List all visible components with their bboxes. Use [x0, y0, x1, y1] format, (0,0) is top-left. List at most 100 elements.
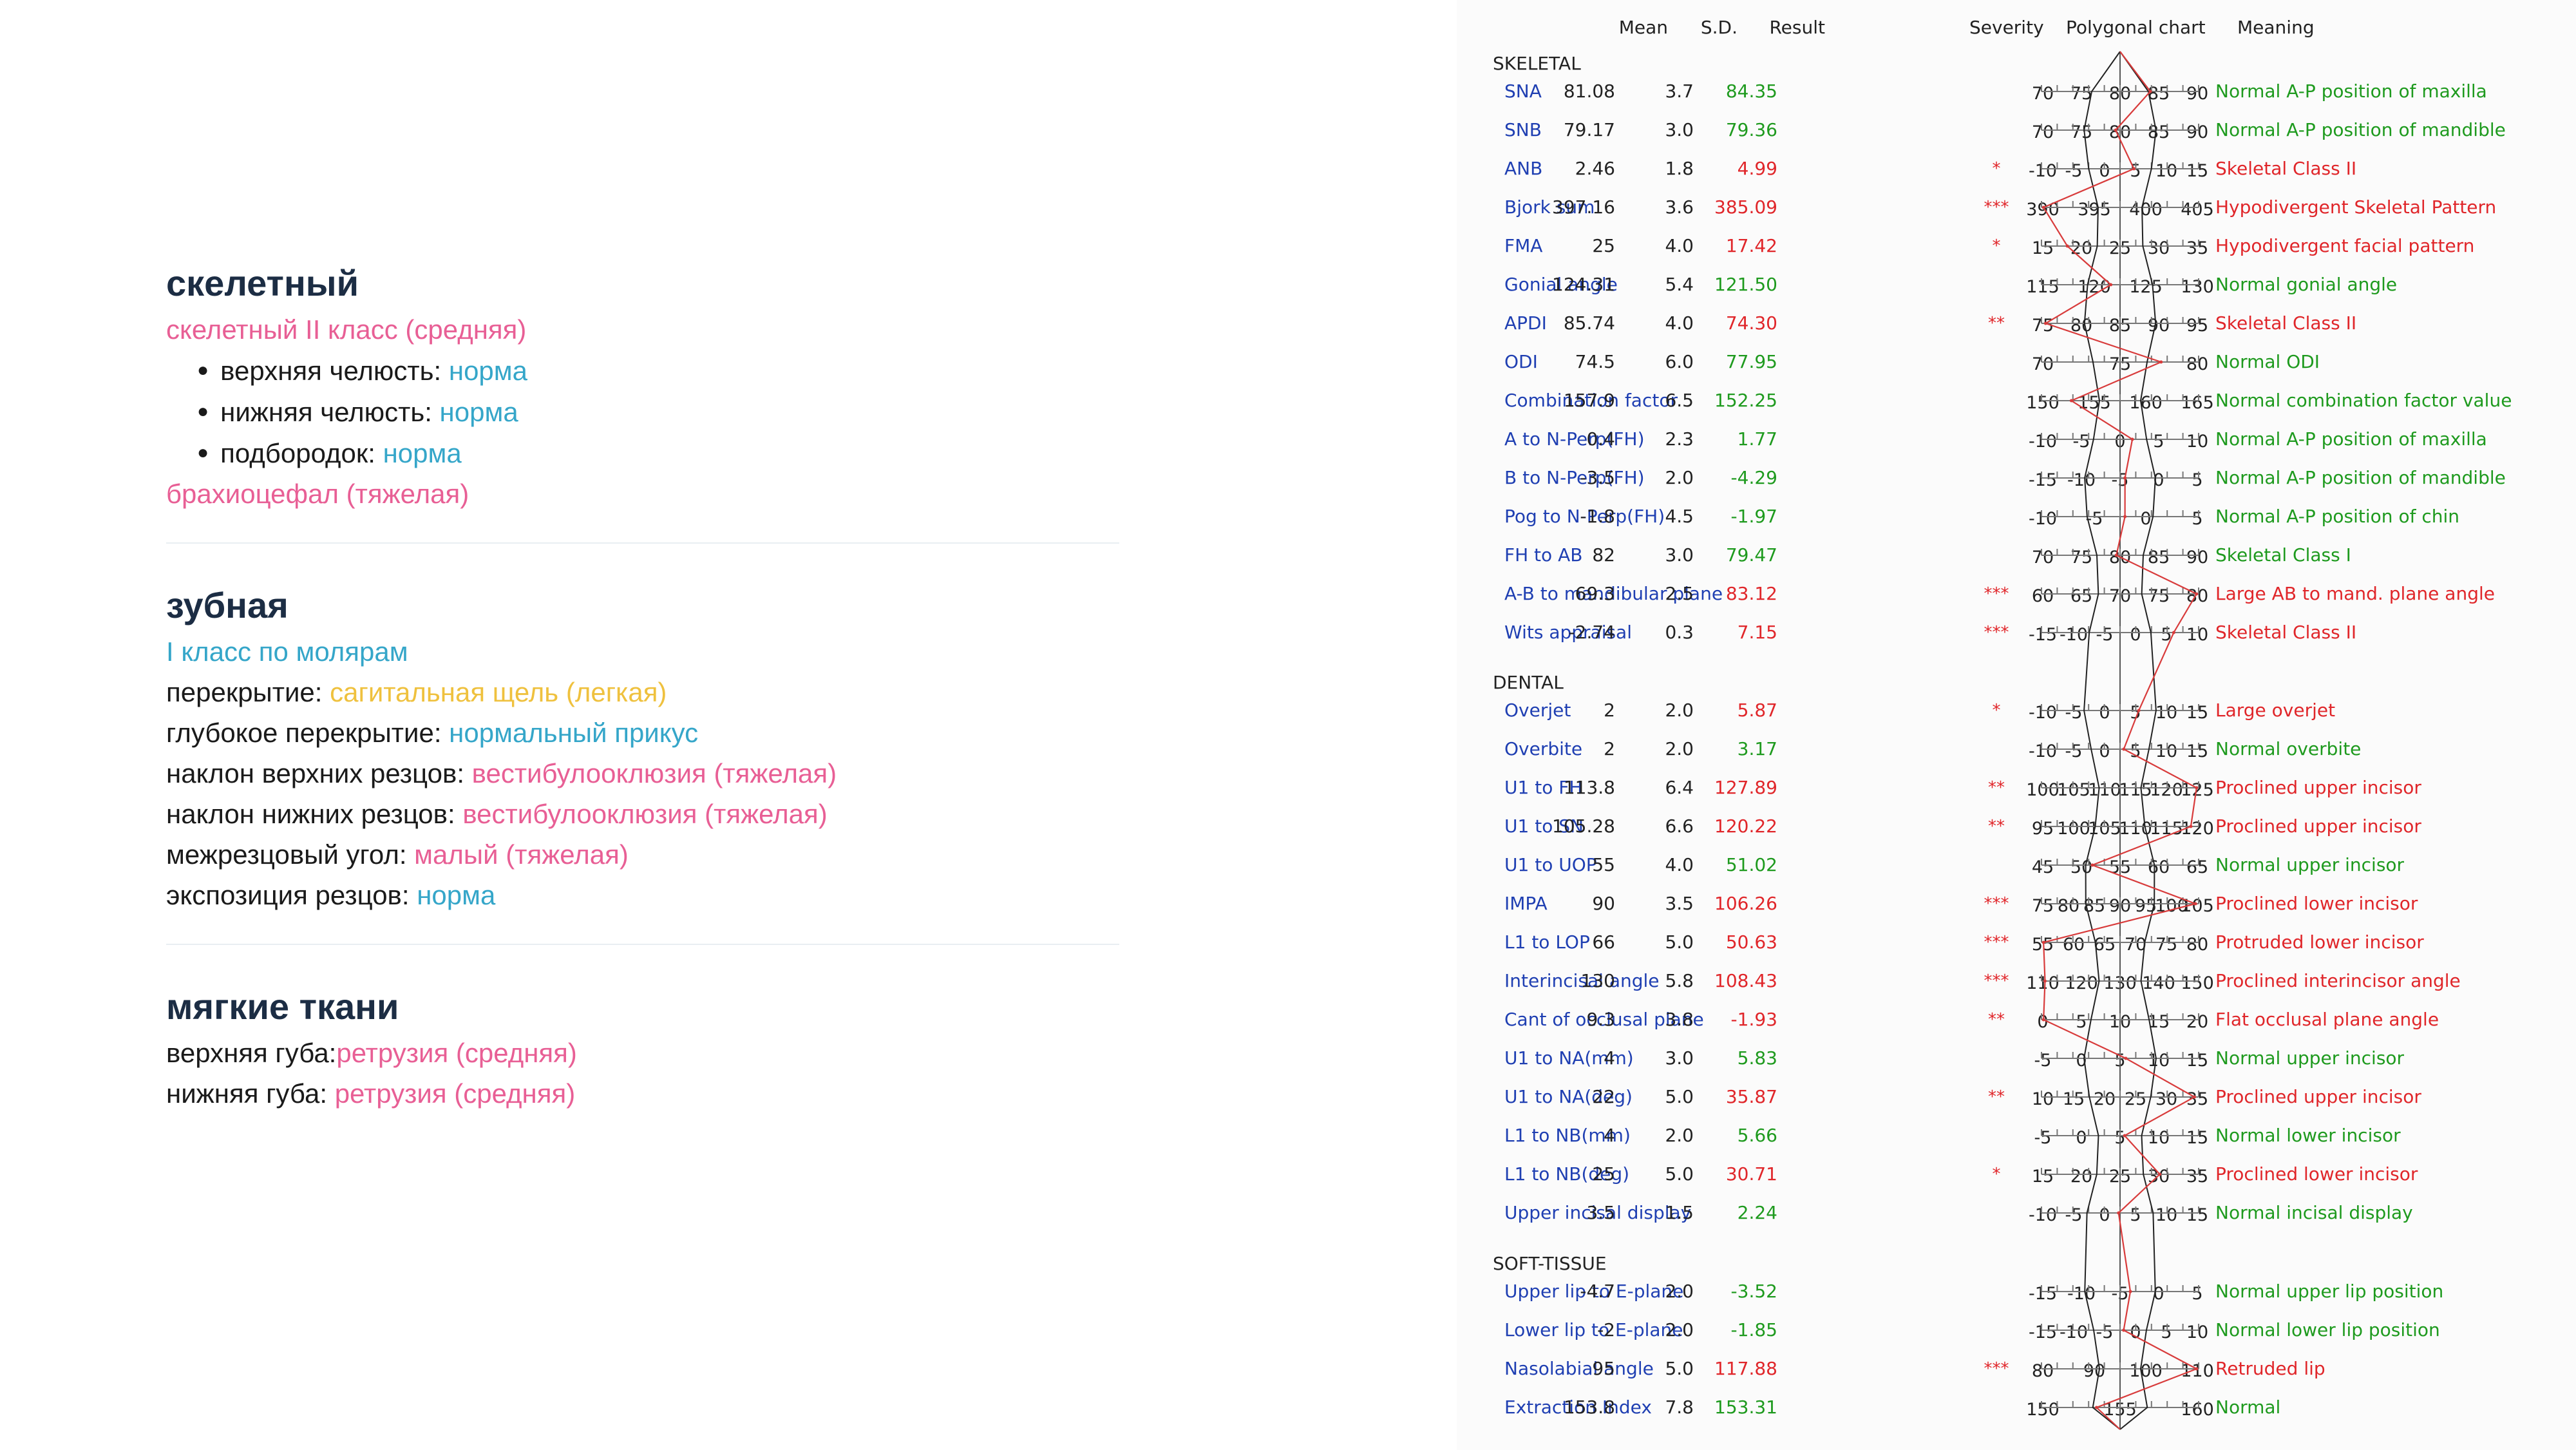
- measurement-meaning: Normal combination factor value: [2215, 390, 2512, 411]
- measurement-row: Bjork sum 397.16 3.6 385.09 *** 390 395 400 405 H…: [1457, 188, 2576, 227]
- measurement-result: 30.71: [1725, 1163, 1777, 1185]
- measurement-name: L1 to LOP: [1504, 931, 1590, 953]
- axis-ticks: 70 75 80 85 90: [2031, 120, 2208, 146]
- tick-label: -15: [2028, 625, 2058, 645]
- measurement-result: 79.36: [1725, 119, 1777, 140]
- tick-label: 5: [2114, 1051, 2126, 1071]
- tick-label: 10: [2155, 1205, 2178, 1225]
- dental-item: межрезцовый угол: малый (тяжелая): [166, 834, 1119, 875]
- tick-label: 70: [2031, 84, 2054, 104]
- measurement-sd: 2.0: [1665, 1125, 1694, 1146]
- measurement-row: Upper incisal display 3.5 1.5 2.24 -10 -5 0 5 10…: [1457, 1194, 2576, 1232]
- axis-ticks: -10 -5 0 5 10: [2029, 429, 2208, 455]
- measurement-row: ODI 74.5 6.0 77.95 70 75 80 Normal ODI: [1457, 343, 2576, 381]
- tick-label: 80: [2108, 122, 2132, 142]
- measurement-sd: 1.8: [1665, 158, 1694, 179]
- severity-marker: ***: [1984, 623, 2009, 642]
- soft-item: верхняя губа:ретрузия (средняя): [166, 1033, 1119, 1073]
- severity-marker: *: [1992, 701, 2001, 720]
- measurement-mean: 74.5: [1575, 351, 1615, 372]
- measurement-meaning: Normal ODI: [2215, 351, 2320, 372]
- measurement-mean: 3.5: [1586, 1202, 1615, 1223]
- measurement-meaning: Hypodivergent facial pattern: [2215, 235, 2475, 256]
- tick-label: 70: [2031, 122, 2054, 142]
- measurement-name: B to N-Perp(FH): [1504, 467, 1645, 488]
- measurement-result: 385.09: [1714, 196, 1777, 218]
- tick-label: 15: [2186, 1205, 2209, 1225]
- tick-label: -10: [2059, 625, 2088, 645]
- tick-label: -15: [2028, 1284, 2058, 1304]
- measurement-name: SNA: [1504, 81, 1542, 102]
- soft-item: нижняя губа: ретрузия (средняя): [166, 1073, 1119, 1114]
- measurement-meaning: Normal lower lip position: [2215, 1319, 2440, 1340]
- measurement-mean: -2.74: [1568, 622, 1615, 643]
- tick-label: 75: [2108, 354, 2132, 374]
- measurement-mean: 22: [1592, 1086, 1615, 1107]
- tick-label: 0: [2076, 1128, 2087, 1148]
- measurement-sd: 7.8: [1665, 1397, 1694, 1418]
- tick-label: 10: [2155, 703, 2178, 723]
- tick-label: 90: [2186, 84, 2209, 104]
- dental-item-value: вестибулооклюзия (тяжелая): [462, 799, 828, 829]
- tick-label: 55: [2031, 935, 2054, 955]
- tick-label: 95: [2186, 316, 2209, 336]
- measurement-name: SNB: [1504, 119, 1542, 140]
- measurement-sd: 5.8: [1665, 970, 1694, 991]
- tick-label: 0: [2099, 161, 2110, 181]
- tick-label: 25: [2108, 1167, 2132, 1187]
- tick-label: 20: [2186, 1012, 2209, 1032]
- tick-label: -5: [2065, 161, 2083, 181]
- tick-label: 15: [2062, 1089, 2085, 1109]
- tick-label: 55: [2108, 857, 2132, 877]
- measurement-name: IMPA: [1504, 893, 1548, 914]
- measurement-sd: 3.8: [1665, 1009, 1694, 1030]
- axis-ticks: 10 15 20 25 30 35: [2031, 1087, 2208, 1112]
- skeletal-item-label: верхняя челюсть:: [220, 356, 449, 386]
- measurement-row: B to N-Perp(FH) -3.5 2.0 -4.29 -15 -10 -5 0 5 Nor…: [1457, 459, 2576, 497]
- skeletal-item-value: норма: [439, 397, 518, 427]
- tick-label: 405: [2181, 200, 2214, 220]
- axis-ticks: 150 155 160: [2026, 1397, 2214, 1423]
- tick-label: 15: [2031, 1167, 2054, 1187]
- tick-label: 0: [2099, 741, 2110, 761]
- tick-label: 0: [2099, 703, 2110, 723]
- soft-tissue-items: верхняя губа:ретрузия (средняя) нижняя гу…: [166, 1033, 1119, 1114]
- tick-label: 80: [2186, 354, 2209, 374]
- severity-marker: ***: [1984, 198, 2009, 217]
- tick-label: 10: [2108, 1012, 2132, 1032]
- axis-ticks: -15 -10 -5 0 5 10: [2029, 622, 2208, 648]
- measurement-sd: 4.0: [1665, 854, 1694, 875]
- measurement-result: 152.25: [1714, 390, 1777, 411]
- tick-label: 115: [2026, 277, 2060, 297]
- severity-marker: ***: [1984, 971, 2009, 991]
- measurement-meaning: Skeletal Class II: [2215, 158, 2357, 179]
- tick-label: 5: [2130, 741, 2141, 761]
- tick-label: 80: [2108, 548, 2132, 568]
- measurement-sd: 5.4: [1665, 274, 1694, 295]
- tick-label: 10: [2031, 1089, 2054, 1109]
- tick-label: 50: [2070, 857, 2093, 877]
- tick-label: 110: [2088, 780, 2121, 800]
- tick-label: 0: [2153, 470, 2164, 490]
- axis-ticks: -10 -5 0 5 10 15: [2029, 1203, 2209, 1228]
- measurement-mean: 124.31: [1552, 274, 1615, 295]
- tick-label: 15: [2186, 1051, 2209, 1071]
- axis-ticks: 100 105 110 115 120 125: [2026, 777, 2214, 803]
- dental-item-value: сагитальная щель (легкая): [330, 677, 667, 707]
- tick-label: 90: [2108, 896, 2132, 916]
- tick-label: 155: [2078, 393, 2111, 413]
- cephalometric-report: Mean S.D. Result Severity Polygonal char…: [1457, 0, 2576, 1450]
- measurement-result: 121.50: [1714, 274, 1777, 295]
- measurement-row: ANB 2.46 1.8 4.99 * -10 -5 0 5 10 15 Skeletal Class…: [1457, 149, 2576, 188]
- axis-ticks: -5 0 5 10 15: [2034, 1125, 2209, 1151]
- measurement-mean: 66: [1592, 931, 1615, 953]
- tick-label: -5: [2065, 703, 2083, 723]
- measurement-row: Lower lip to E-plane -2 2.0 -1.85 -15 -10 -5 0 5…: [1457, 1311, 2576, 1350]
- measurement-mean: -2: [1597, 1319, 1615, 1340]
- tick-label: 10: [2186, 1322, 2209, 1342]
- dental-item-label: экспозиция резцов:: [166, 880, 417, 910]
- measurement-mean: 55: [1592, 854, 1615, 875]
- tick-label: 75: [2031, 896, 2054, 916]
- tick-label: 85: [2147, 122, 2170, 142]
- measurement-mean: 2: [1604, 738, 1615, 759]
